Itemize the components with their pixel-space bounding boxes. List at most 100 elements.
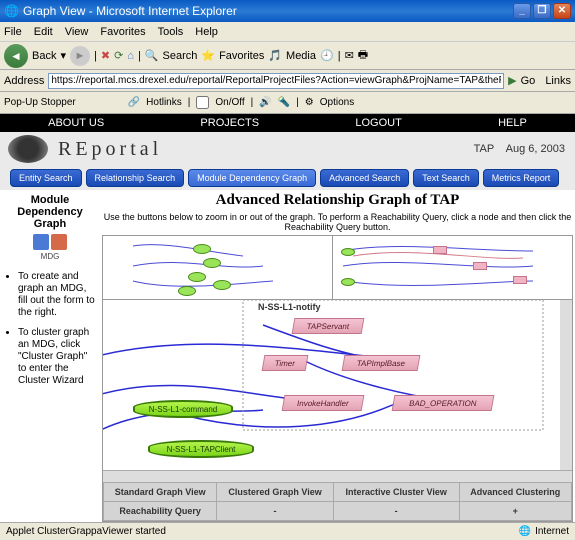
sidebar: Module Dependency Graph MDG To create an…	[0, 190, 100, 522]
app-nav: ABOUT US PROJECTS LOGOUT HELP	[0, 114, 575, 132]
onoff-checkbox[interactable]	[196, 96, 209, 109]
popup-stopper-label[interactable]: Pop-Up Stopper	[4, 97, 76, 108]
zoom-in-button[interactable]: +	[459, 502, 571, 521]
menu-favorites[interactable]: Favorites	[100, 26, 145, 38]
print-icon[interactable]: 🖶	[358, 46, 368, 65]
tab-relationship-search[interactable]: Relationship Search	[86, 169, 185, 187]
app-title: REportal	[58, 138, 162, 161]
zoom-out-button-2[interactable]: -	[333, 502, 459, 521]
sidebar-item: To cluster graph an MDG, click "Cluster …	[18, 327, 96, 387]
address-bar: Address ▶ Go Links	[0, 70, 575, 92]
graph-panels: N-SS-L1-notify TAPServant Timer TAPImplB…	[102, 235, 573, 522]
links-label[interactable]: Links	[545, 75, 571, 87]
horizontal-scrollbar[interactable]	[103, 470, 572, 482]
graph-node[interactable]: Timer	[262, 355, 309, 371]
standard-graph-view-button[interactable]: Standard Graph View	[104, 483, 217, 502]
minimize-button[interactable]: _	[513, 3, 531, 19]
menu-file[interactable]: File	[4, 26, 22, 38]
project-name: TAP	[474, 143, 494, 155]
separator: |	[94, 50, 97, 62]
go-label[interactable]: Go	[521, 75, 536, 87]
graph-node[interactable]: BAD_OPERATION	[392, 395, 495, 411]
separator: |	[338, 50, 341, 62]
mdg-icon-label: MDG	[41, 252, 60, 261]
tab-metrics-report[interactable]: Metrics Report	[483, 169, 560, 187]
hotlinks-icon[interactable]: 🔗	[128, 97, 140, 108]
tab-entity-search[interactable]: Entity Search	[10, 169, 82, 187]
search-label[interactable]: Search	[163, 50, 198, 62]
sidebar-icons[interactable]: MDG	[4, 234, 96, 261]
graph-node[interactable]: TAPServant	[292, 318, 365, 334]
title-bar: 🌐 Graph View - Microsoft Internet Explor…	[0, 0, 575, 22]
back-label[interactable]: Back	[32, 50, 56, 62]
address-input[interactable]	[48, 73, 504, 89]
graph-node[interactable]: N-SS-L1-TAPClient	[148, 440, 254, 458]
back-dropdown-icon[interactable]: ▾	[60, 49, 66, 62]
address-label: Address	[4, 75, 44, 87]
cluster-label: N-SS-L1-notify	[258, 302, 321, 312]
logo-icon	[8, 135, 48, 163]
tab-advanced-search[interactable]: Advanced Search	[320, 169, 409, 187]
cluster-graph-icon[interactable]	[51, 234, 67, 250]
overview-panel-left[interactable]	[103, 236, 333, 299]
forward-button[interactable]: ►	[70, 46, 90, 66]
nav-logout[interactable]: LOGOUT	[355, 117, 401, 129]
nav-about[interactable]: ABOUT US	[48, 117, 104, 129]
separator: |	[296, 97, 299, 108]
sidebar-title: Module Dependency Graph	[4, 194, 96, 230]
stop-icon[interactable]: ✖	[101, 49, 110, 62]
refresh-icon[interactable]: ⟳	[114, 49, 123, 62]
favorites-icon[interactable]: ⭐	[201, 49, 215, 62]
main-title: Advanced Relationship Graph of TAP	[102, 192, 573, 209]
internet-zone-label: Internet	[535, 526, 569, 537]
favorites-label[interactable]: Favorites	[219, 50, 264, 62]
tool-icon[interactable]: 🔊	[259, 97, 271, 108]
menu-edit[interactable]: Edit	[34, 26, 53, 38]
tab-module-dependency-graph[interactable]: Module Dependency Graph	[188, 169, 316, 187]
main-graph-panel[interactable]: N-SS-L1-notify TAPServant Timer TAPImplB…	[103, 300, 572, 470]
separator: |	[138, 50, 141, 62]
menu-tools[interactable]: Tools	[158, 26, 184, 38]
options-label[interactable]: Options	[320, 97, 354, 108]
menu-view[interactable]: View	[65, 26, 89, 38]
back-button[interactable]: ◄	[4, 44, 28, 68]
window-title: Graph View - Microsoft Internet Explorer	[23, 4, 237, 18]
interactive-cluster-view-button[interactable]: Interactive Cluster View	[333, 483, 459, 502]
go-icon[interactable]: ▶	[508, 74, 516, 87]
separator: |	[251, 97, 254, 108]
overview-panel-right[interactable]	[333, 236, 572, 299]
nav-projects[interactable]: PROJECTS	[200, 117, 259, 129]
status-text: Applet ClusterGrappaViewer started	[6, 526, 166, 537]
menu-bar: File Edit View Favorites Tools Help	[0, 22, 575, 42]
menu-help[interactable]: Help	[195, 26, 218, 38]
search-icon[interactable]: 🔍	[145, 49, 159, 62]
reachability-query-button[interactable]: Reachability Query	[104, 502, 217, 521]
close-button[interactable]: ✕	[553, 3, 571, 19]
media-label[interactable]: Media	[286, 50, 316, 62]
maximize-button[interactable]: ❐	[533, 3, 551, 19]
media-icon[interactable]: 🎵	[268, 49, 282, 62]
home-icon[interactable]: ⌂	[127, 50, 134, 62]
nav-help[interactable]: HELP	[498, 117, 527, 129]
graph-node[interactable]: TAPImplBase	[342, 355, 421, 371]
view-controls-table: Standard Graph View Clustered Graph View…	[103, 482, 572, 521]
advanced-clustering-button[interactable]: Advanced Clustering	[459, 483, 571, 502]
tool-icon[interactable]: ⚙	[305, 97, 314, 108]
mail-icon[interactable]: ✉	[345, 49, 354, 62]
header-date: Aug 6, 2003	[506, 143, 565, 155]
onoff-label[interactable]: On/Off	[215, 97, 244, 108]
history-icon[interactable]: 🕘	[320, 49, 334, 62]
tool-icon[interactable]: 🔦	[278, 97, 290, 108]
sidebar-item: To create and graph an MDG, fill out the…	[18, 271, 96, 319]
zoom-out-button[interactable]: -	[217, 502, 333, 521]
tab-row: Entity Search Relationship Search Module…	[0, 166, 575, 190]
hotlinks-label[interactable]: Hotlinks	[146, 97, 182, 108]
graph-node[interactable]: InvokeHandler	[282, 395, 365, 411]
mdg-icon[interactable]	[33, 234, 49, 250]
internet-zone-icon: 🌐	[519, 526, 531, 537]
separator: |	[188, 97, 191, 108]
status-bar: Applet ClusterGrappaViewer started 🌐 Int…	[0, 522, 575, 540]
clustered-graph-view-button[interactable]: Clustered Graph View	[217, 483, 333, 502]
tab-text-search[interactable]: Text Search	[413, 169, 479, 187]
graph-node[interactable]: N-SS-L1-command	[133, 400, 233, 418]
